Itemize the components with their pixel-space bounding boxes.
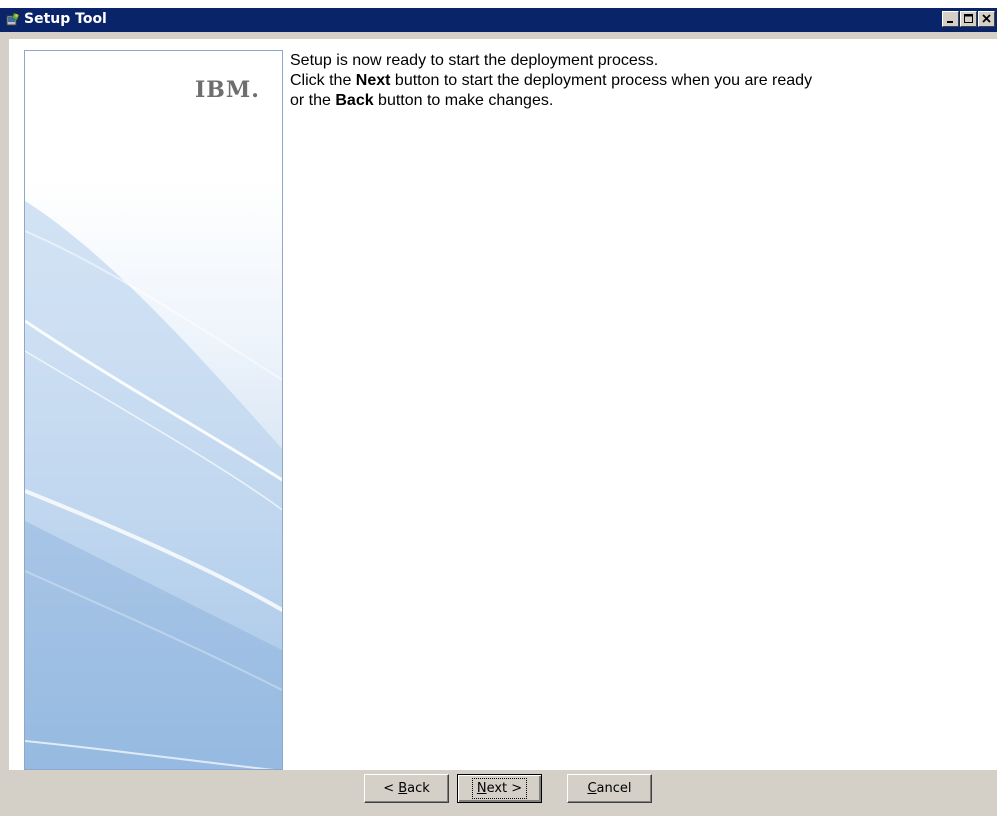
top-strip — [0, 0, 997, 8]
instruction-line-2: Click the Next button to start the deplo… — [290, 71, 995, 91]
close-icon[interactable] — [978, 11, 995, 27]
button-bar: < Back Next > Cancel — [0, 770, 997, 816]
line2-prefix: Click the — [290, 72, 356, 89]
back-keyword: Back — [335, 92, 374, 109]
back-button-label: ack — [407, 781, 430, 796]
cancel-button[interactable]: Cancel — [567, 774, 652, 803]
next-button[interactable]: Next > — [457, 774, 542, 803]
cancel-button-label: ancel — [596, 781, 632, 796]
banner-swoosh-art — [25, 201, 282, 769]
ibm-logo: IBM. — [195, 77, 260, 103]
back-button-prefix: < — [383, 781, 399, 796]
next-button-label: ext > — [486, 781, 523, 796]
line3-suffix: button to make changes. — [373, 92, 554, 109]
side-banner: IBM. — [24, 50, 283, 770]
back-button[interactable]: < Back — [364, 774, 449, 803]
title-bar[interactable]: Setup Tool — [0, 8, 997, 32]
setup-window: Setup Tool IBM. Setup is now ready to st… — [0, 8, 997, 816]
back-button-mnemonic: B — [398, 781, 408, 796]
cancel-button-mnemonic: C — [587, 781, 597, 796]
maximize-icon[interactable] — [960, 11, 977, 27]
next-button-mnemonic: N — [476, 781, 487, 796]
window-title: Setup Tool — [24, 11, 107, 27]
next-button-focus: Next > — [471, 778, 528, 799]
window-controls — [942, 11, 995, 27]
wizard-content: IBM. Setup is now ready to start the dep… — [9, 39, 997, 770]
line3-prefix: or the — [290, 92, 336, 109]
instruction-line-3: or the Back button to make changes. — [290, 91, 995, 111]
instruction-line-1: Setup is now ready to start the deployme… — [290, 52, 659, 69]
minimize-icon[interactable] — [942, 11, 959, 27]
instructions-text: Setup is now ready to start the deployme… — [290, 51, 995, 111]
line2-suffix: button to start the deployment process w… — [390, 72, 813, 89]
next-keyword: Next — [355, 72, 391, 89]
setup-tool-icon[interactable] — [5, 11, 21, 27]
